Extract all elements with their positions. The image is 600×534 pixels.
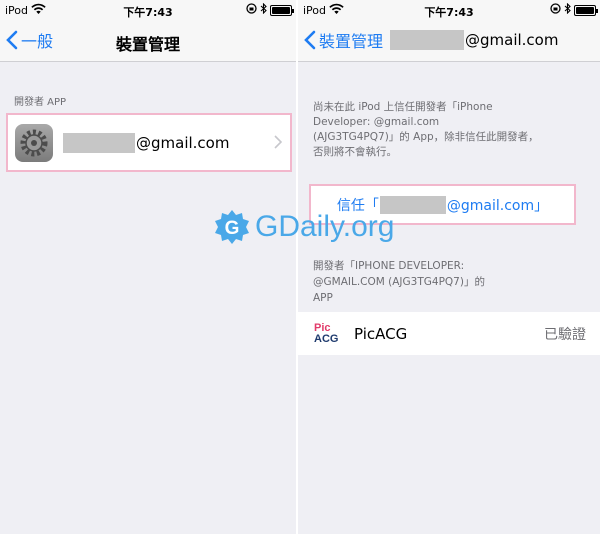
trust-description: 尚未在此 iPod 上信任開發者「iPhone Developer: @gmai… [313, 100, 585, 160]
description-line: Developer: @gmail.com [313, 116, 440, 128]
logo-letter: G [225, 218, 240, 239]
status-bar: iPod 下午7:43 [0, 0, 296, 22]
redacted-email-mask [63, 132, 135, 153]
gdaily-watermark: G GDaily.org [213, 208, 394, 246]
orientation-lock-icon [246, 3, 257, 17]
redacted-email-mask [390, 30, 464, 50]
back-label: 裝置管理 [319, 32, 384, 51]
back-button[interactable]: 裝置管理 [304, 28, 383, 52]
verified-status: 已驗證 [544, 327, 586, 343]
developer-line: APP [313, 292, 333, 304]
profile-email-label: @gmail.com [136, 133, 230, 152]
app-name: PicACG [354, 324, 408, 343]
app-icon-text-top: Pic [314, 321, 331, 334]
app-row[interactable]: Pic ACG PicACG 已驗證 [298, 312, 600, 355]
watermark-text: GDaily.org [255, 210, 395, 243]
chevron-left-icon [304, 30, 316, 50]
section-header: 開發者 APP [14, 97, 67, 108]
gdaily-logo-icon: G [215, 210, 249, 244]
description-line: 尚未在此 iPod 上信任開發者「iPhone [313, 101, 493, 113]
status-bar: iPod 下午7:43 [298, 0, 600, 22]
battery-icon [270, 4, 294, 16]
page-title: 裝置管理 [115, 35, 180, 54]
description-line: (AJG3TG4PQ7)」的 App，除非信任此開發者， [313, 131, 539, 143]
description-line: 否則將不會執行。 [313, 146, 397, 158]
bluetooth-icon [564, 2, 571, 17]
page-title-email: @gmail.com [465, 31, 559, 49]
developer-line: 開發者「IPHONE DEVELOPER: [313, 260, 465, 272]
picacg-app-icon: Pic ACG [314, 321, 340, 345]
developer-apps-header: 開發者「IPHONE DEVELOPER: @GMAIL.COM (AJG3TG… [313, 258, 593, 306]
developer-profile-row[interactable]: @gmail.com [6, 113, 292, 172]
developer-trust-screen: iPod 下午7:43 裝置管理 @gmail.com 尚未在此 iPod 上信… [298, 0, 600, 534]
chevron-right-icon [274, 135, 282, 149]
navigation-bar: 一般 裝置管理 [0, 22, 296, 62]
trust-suffix: @gmail.com」 [446, 197, 549, 214]
gear-icon [15, 123, 53, 162]
developer-line: @GMAIL.COM (AJG3TG4PQ7)」的 [313, 276, 485, 288]
page-title: @gmail.com [390, 30, 558, 50]
orientation-lock-icon [550, 3, 561, 17]
app-icon-text-bottom: ACG [314, 332, 339, 345]
navigation-bar: 裝置管理 @gmail.com [298, 22, 600, 62]
battery-icon [574, 4, 598, 16]
device-management-screen: iPod 下午7:43 一般 裝置管理 開發者 APP @gmail.com [0, 0, 296, 534]
bluetooth-icon [260, 2, 267, 17]
